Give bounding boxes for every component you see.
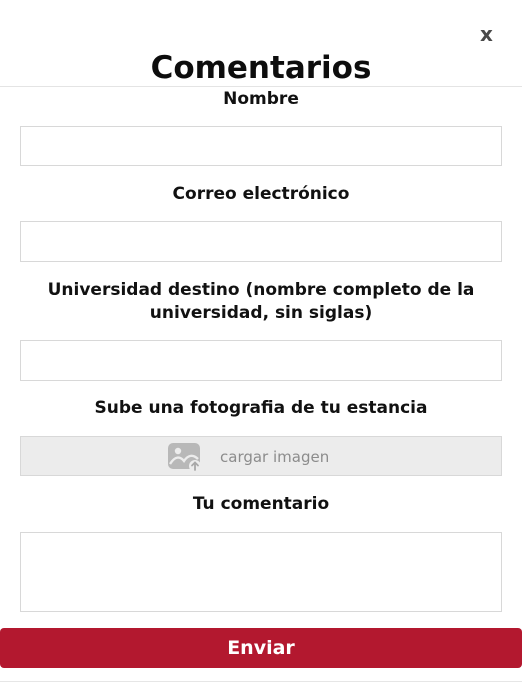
comment-label: Tu comentario <box>192 494 330 514</box>
photo-label: Sube una fotografia de tu estancia <box>94 398 428 418</box>
header-divider <box>0 86 522 87</box>
dialog-title: Comentarios <box>150 50 372 86</box>
name-input[interactable] <box>20 126 502 166</box>
email-input[interactable] <box>20 221 502 262</box>
footer-divider <box>0 681 522 682</box>
email-label: Correo electrónico <box>172 184 350 204</box>
comment-textarea[interactable] <box>20 532 502 612</box>
university-label: Universidad destino (nombre completo de … <box>47 280 475 323</box>
upload-image-button[interactable]: cargar imagen <box>20 436 502 476</box>
image-upload-icon <box>168 443 201 472</box>
name-label: Nombre <box>223 89 299 109</box>
comments-dialog: x Comentarios Nombre Correo electrónico … <box>0 0 522 683</box>
close-button[interactable]: x <box>480 22 493 46</box>
upload-image-label: cargar imagen <box>220 448 330 466</box>
submit-button[interactable]: Enviar <box>0 628 522 668</box>
university-input[interactable] <box>20 340 502 381</box>
